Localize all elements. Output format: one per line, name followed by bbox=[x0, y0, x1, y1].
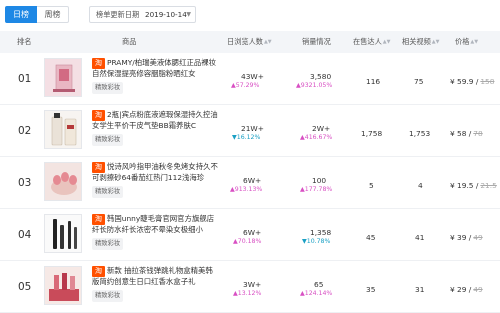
sales-change: ▼10.78% bbox=[302, 238, 331, 245]
rank-number: 02 bbox=[18, 125, 32, 137]
views-value: 21W+ bbox=[241, 124, 264, 133]
on-sale-count: 45 bbox=[366, 233, 376, 242]
toolbar: 日榜 周榜 榜单更新日期 2019-10-14 ▼ bbox=[0, 0, 500, 30]
update-date-value: 2019-10-14 bbox=[145, 10, 187, 19]
product-title[interactable]: 韩国unny睫毛膏官网官方旗舰店纤长防水纤长浓密不晕染女极细小 bbox=[92, 213, 220, 235]
sales-change: ▲9321.05% bbox=[296, 82, 333, 89]
table-row[interactable]: 04 淘 韩国unny睫毛膏官网官方旗舰店纤长防水纤长浓密不晕染女极细小 精致彩… bbox=[0, 210, 500, 261]
sales-value: 2W+ bbox=[312, 124, 331, 133]
views-value: 6W+ bbox=[243, 176, 262, 185]
category-tag: 精致彩妆 bbox=[92, 82, 124, 94]
product-title[interactable]: 新款 抽拉茶钱弹跳礼物盒精美韩版简约创意生日口红香水盒子礼 bbox=[92, 265, 220, 287]
table-row[interactable]: 03 淘 悦诗风吟指甲油秋冬免烤女持久不可剥擦砂64番茄红热门112浅海珍 精致… bbox=[0, 158, 500, 209]
rank-number: 04 bbox=[18, 229, 32, 241]
views-value: 3W+ bbox=[243, 280, 262, 289]
views-value: 43W+ bbox=[241, 72, 264, 81]
nail-polish-image[interactable] bbox=[44, 162, 82, 201]
table-row[interactable]: 01 淘 PRAMY/柏瑞美液体腮红正品裸妆自然保湿提亮修容胭脂粉晒红女 精致彩… bbox=[0, 54, 500, 105]
price: ¥ 58 /78 bbox=[450, 129, 483, 138]
video-count: 41 bbox=[415, 233, 425, 242]
col-rank: 排名 bbox=[17, 37, 32, 46]
col-views[interactable]: 日浏览人数▲▼ bbox=[227, 31, 272, 53]
lipstick-gift-image[interactable] bbox=[44, 266, 82, 305]
video-count: 4 bbox=[418, 181, 423, 190]
sort-icon: ▲▼ bbox=[382, 39, 391, 45]
chevron-down-icon: ▼ bbox=[186, 11, 191, 18]
table-row[interactable]: 05 淘 新款 抽拉茶钱弹跳礼物盒精美韩版简约创意生日口红香水盒子礼 精致彩妆 … bbox=[0, 262, 500, 313]
product-title[interactable]: PRAMY/柏瑞美液体腮红正品裸妆自然保湿提亮修容胭脂粉晒红女 bbox=[92, 57, 220, 79]
product-title[interactable]: 2瓶|宾点粉底液遮瑕保湿持久控油女学生平价干皮气垫BB霜养肤C bbox=[92, 109, 220, 131]
category-tag: 精致彩妆 bbox=[92, 134, 124, 146]
video-count: 75 bbox=[414, 77, 424, 86]
on-sale-count: 116 bbox=[366, 77, 381, 86]
on-sale-count: 5 bbox=[369, 181, 374, 190]
views-change: ▲70.18% bbox=[233, 238, 262, 245]
sales-change: ▲177.78% bbox=[300, 186, 333, 193]
foundation-bottle-image[interactable] bbox=[44, 110, 82, 149]
price: ¥ 39 /49 bbox=[450, 233, 483, 242]
col-sales: 销量情况 bbox=[302, 37, 331, 46]
tab-weekly[interactable]: 周榜 bbox=[37, 6, 69, 23]
category-tag: 精致彩妆 bbox=[92, 290, 124, 302]
update-date-label: 榜单更新日期 bbox=[96, 10, 140, 19]
views-change: ▲13.12% bbox=[233, 290, 262, 297]
category-tag: 精致彩妆 bbox=[92, 238, 124, 250]
col-on-sale[interactable]: 在售达人▲▼ bbox=[353, 31, 390, 53]
update-date-select[interactable]: 榜单更新日期 2019-10-14 ▼ bbox=[89, 6, 196, 23]
product-title[interactable]: 悦诗风吟指甲油秋冬免烤女持久不可剥擦砂64番茄红热门112浅海珍 bbox=[92, 161, 220, 183]
video-count: 31 bbox=[415, 285, 425, 294]
col-product: 商品 bbox=[122, 37, 137, 46]
on-sale-count: 35 bbox=[366, 285, 376, 294]
sales-value: 1,358 bbox=[310, 228, 332, 237]
sort-icon: ▲▼ bbox=[470, 39, 479, 45]
lipstick-box-image[interactable] bbox=[44, 58, 82, 97]
sales-value: 100 bbox=[312, 176, 327, 185]
rank-number: 01 bbox=[18, 73, 32, 85]
video-count: 1,753 bbox=[409, 129, 431, 138]
views-change: ▲913.13% bbox=[230, 186, 263, 193]
col-price[interactable]: 价格▲▼ bbox=[455, 31, 478, 53]
price: ¥ 59.9 /158 bbox=[450, 77, 495, 86]
table-row[interactable]: 02 淘 2瓶|宾点粉底液遮瑕保湿持久控油女学生平价干皮气垫BB霜养肤C 精致彩… bbox=[0, 106, 500, 157]
sort-icon: ▲▼ bbox=[263, 39, 272, 45]
sort-icon: ▲▼ bbox=[431, 39, 440, 45]
views-value: 6W+ bbox=[243, 228, 262, 237]
views-change: ▲57.29% bbox=[231, 82, 260, 89]
table-header: 排名 商品 日浏览人数▲▼ 销量情况 在售达人▲▼ 相关视频▲▼ 价格▲▼ bbox=[0, 31, 500, 53]
col-videos[interactable]: 相关视频▲▼ bbox=[402, 31, 439, 53]
category-tag: 精致彩妆 bbox=[92, 186, 124, 198]
price: ¥ 19.5 /21.5 bbox=[450, 181, 497, 190]
sales-change: ▲416.67% bbox=[300, 134, 333, 141]
tab-daily[interactable]: 日榜 bbox=[5, 6, 37, 23]
views-change: ▼16.12% bbox=[232, 134, 261, 141]
ranking-period-toggle: 日榜 周榜 bbox=[5, 6, 69, 23]
on-sale-count: 1,758 bbox=[361, 129, 383, 138]
sales-value: 65 bbox=[314, 280, 324, 289]
sales-change: ▲124.14% bbox=[300, 290, 333, 297]
sales-value: 3,580 bbox=[310, 72, 332, 81]
rank-number: 03 bbox=[18, 177, 32, 189]
mascara-image[interactable] bbox=[44, 214, 82, 253]
rank-number: 05 bbox=[18, 281, 32, 293]
price: ¥ 29 /49 bbox=[450, 285, 483, 294]
